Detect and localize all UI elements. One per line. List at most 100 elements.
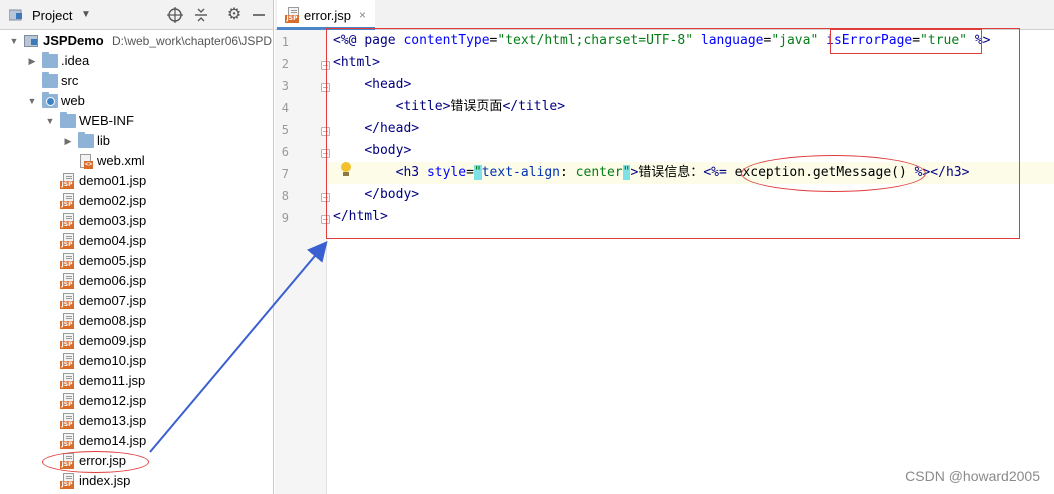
fold-marker-icon[interactable] xyxy=(321,61,330,70)
collapse-arrow-icon[interactable]: ▶ xyxy=(26,51,38,71)
fold-marker-icon[interactable] xyxy=(321,83,330,92)
folder-icon xyxy=(78,132,94,148)
collapse-all-icon[interactable] xyxy=(193,7,209,23)
jsp-file-icon: JSP xyxy=(60,253,76,269)
tree-item-demo11[interactable]: JSP demo11.jsp xyxy=(0,371,273,391)
code-token: %> xyxy=(967,33,991,48)
tree-item-jspdemo[interactable]: ▼ JSPDemo D:\web_work\chapter06\JSPD xyxy=(0,31,273,51)
tree-item-label: demo02.jsp xyxy=(79,193,147,208)
tree-item-src[interactable]: src xyxy=(0,71,273,91)
jsp-file-icon: JSP xyxy=(60,353,76,369)
close-icon[interactable]: × xyxy=(359,8,366,22)
line-number: 7 xyxy=(281,167,289,181)
tree-item-error[interactable]: JSP error.jsp xyxy=(0,451,273,471)
tab-label: error.jsp xyxy=(304,8,351,23)
tree-item-web[interactable]: ▼ web xyxy=(0,91,273,111)
jsp-file-icon: JSP xyxy=(60,273,76,289)
folder-icon xyxy=(42,72,58,88)
code-token: "java" xyxy=(771,33,819,48)
tree-item-demo02[interactable]: JSP demo02.jsp xyxy=(0,191,273,211)
fold-marker-icon[interactable] xyxy=(321,215,330,224)
tree-item-web-inf[interactable]: ▼ WEB-INF xyxy=(0,111,273,131)
fold-marker-icon[interactable] xyxy=(321,193,330,202)
tree-item-label: web.xml xyxy=(97,153,145,168)
tree-item-demo08[interactable]: JSP demo08.jsp xyxy=(0,311,273,331)
code-token: <h3 xyxy=(395,165,427,180)
code-token: = xyxy=(912,33,921,48)
tree-item-demo04[interactable]: JSP demo04.jsp xyxy=(0,231,273,251)
hide-panel-icon[interactable] xyxy=(251,7,267,23)
jsp-file-icon: JSP xyxy=(60,453,76,469)
tree-item-demo01[interactable]: JSP demo01.jsp xyxy=(0,171,273,191)
watermark: CSDN @howard2005 xyxy=(905,468,1040,484)
tree-item-demo14[interactable]: JSP demo14.jsp xyxy=(0,431,273,451)
tree-item-label: index.jsp xyxy=(79,473,131,488)
project-view-icon xyxy=(8,9,25,21)
code-token: </body> xyxy=(364,187,420,202)
code-line: <%@ page contentType = "text/html;charset=… xyxy=(333,30,991,52)
code-token: style xyxy=(426,165,467,180)
tree-item-demo10[interactable]: JSP demo10.jsp xyxy=(0,351,273,371)
expand-arrow-icon[interactable]: ▼ xyxy=(44,111,56,131)
code-token: exception.getMessage() xyxy=(726,165,915,180)
tree-item-label: WEB-INF xyxy=(79,113,134,128)
locate-target-icon[interactable] xyxy=(167,7,183,23)
code-token: "true" xyxy=(920,33,968,48)
folder-icon xyxy=(60,112,76,128)
line-number: 5 xyxy=(281,123,289,137)
jsp-file-icon: JSP xyxy=(60,333,76,349)
project-panel: Project ▼ ⚙ ▼ JSPDemo D:\web_work\chapter0… xyxy=(0,0,274,494)
tab-error-jsp[interactable]: JSP error.jsp × xyxy=(277,0,375,30)
code-token: <%@ xyxy=(333,33,365,48)
tree-item-index[interactable]: JSP index.jsp xyxy=(0,471,273,491)
tree-item-demo13[interactable]: JSP demo13.jsp xyxy=(0,411,273,431)
code-token: <%= xyxy=(703,165,727,180)
code-token: <body> xyxy=(364,143,412,158)
jsp-file-icon: JSP xyxy=(60,173,76,189)
code-token: <head> xyxy=(364,77,412,92)
project-panel-title[interactable]: Project xyxy=(32,8,72,23)
tree-item-label: demo14.jsp xyxy=(79,433,147,448)
expand-arrow-icon[interactable]: ▼ xyxy=(26,91,38,111)
editor-tab-bar: JSP error.jsp × xyxy=(275,0,1054,30)
gear-icon[interactable]: ⚙ xyxy=(226,7,242,23)
code-token: center xyxy=(575,165,623,180)
tree-item-label: demo10.jsp xyxy=(79,353,147,368)
code-token: contentType xyxy=(403,33,490,48)
tree-item-demo03[interactable]: JSP demo03.jsp xyxy=(0,211,273,231)
xml-file-icon: <> xyxy=(78,154,94,169)
code-token: " xyxy=(473,165,482,180)
code-token: <title> xyxy=(395,99,451,114)
web-folder-icon xyxy=(42,92,58,108)
tree-item-label: demo07.jsp xyxy=(79,293,147,308)
expand-arrow-icon[interactable]: ▼ xyxy=(8,31,20,51)
tree-item-path: D:\web_work\chapter06\JSPD xyxy=(112,34,273,48)
code-token: = xyxy=(466,165,474,180)
tree-item-label: demo03.jsp xyxy=(79,213,147,228)
tree-item-label: src xyxy=(61,73,79,88)
code-line: </body> xyxy=(333,184,419,206)
fold-marker-icon[interactable] xyxy=(321,149,330,158)
tree-item-label: demo05.jsp xyxy=(79,253,147,268)
editor-area: JSP error.jsp × 1 2 3 4 5 6 7 8 9 <%@ page conte… xyxy=(275,0,1054,494)
jsp-file-icon: JSP xyxy=(60,293,76,309)
tree-item-demo12[interactable]: JSP demo12.jsp xyxy=(0,391,273,411)
tree-item-idea[interactable]: ▶ .idea xyxy=(0,51,273,71)
tree-item-demo06[interactable]: JSP demo06.jsp xyxy=(0,271,273,291)
tree-item-label: demo08.jsp xyxy=(79,313,147,328)
tree-item-lib[interactable]: ▶ lib xyxy=(0,131,273,151)
line-number: 1 xyxy=(281,35,289,49)
fold-marker-icon[interactable] xyxy=(321,127,330,136)
code-token: 错误页面 xyxy=(450,99,503,114)
tree-item-demo05[interactable]: JSP demo05.jsp xyxy=(0,251,273,271)
tree-item-demo09[interactable]: JSP demo09.jsp xyxy=(0,331,273,351)
collapse-arrow-icon[interactable]: ▶ xyxy=(62,131,74,151)
tree-item-demo07[interactable]: JSP demo07.jsp xyxy=(0,291,273,311)
folder-icon xyxy=(42,52,58,68)
tree-item-web-xml[interactable]: <> web.xml xyxy=(0,151,273,171)
chevron-down-icon[interactable]: ▼ xyxy=(78,7,94,23)
